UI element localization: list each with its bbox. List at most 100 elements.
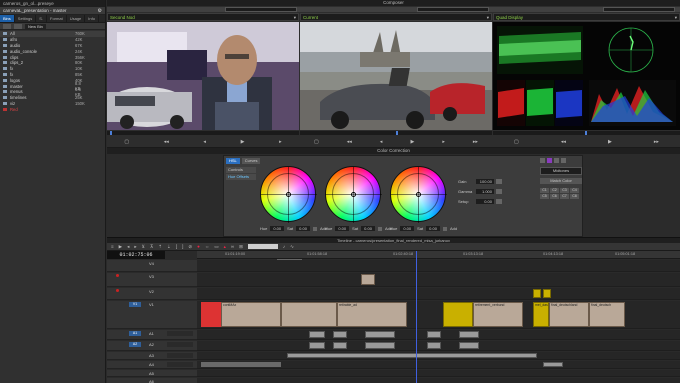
list-item[interactable]: menus 6.6 KB	[0, 87, 105, 97]
position-indicator[interactable]	[396, 131, 398, 135]
tab-format[interactable]: Format	[47, 15, 67, 22]
tab-usage[interactable]: Usage	[67, 15, 86, 22]
track-lane[interactable]: contMAx retirable_ad retirement_verbund …	[197, 301, 680, 329]
track-header[interactable]: V4	[107, 260, 197, 272]
clip[interactable]	[201, 302, 221, 327]
reset-icon[interactable]	[554, 158, 559, 163]
controls-item[interactable]: Controls	[226, 167, 256, 173]
record-icon[interactable]	[116, 289, 119, 292]
spinner-icon[interactable]	[496, 178, 502, 184]
color-wheel-shadows[interactable]	[260, 166, 317, 223]
track-lane[interactable]	[197, 378, 680, 383]
clip[interactable]: retirement_verbund	[473, 302, 523, 327]
record-icon[interactable]	[116, 274, 119, 277]
clip[interactable]	[281, 302, 337, 327]
hue-value[interactable]: 0.00	[270, 226, 285, 231]
list-item[interactable]: Red	[0, 106, 105, 112]
clip[interactable]: retirable_ad	[337, 302, 407, 327]
tab-bins[interactable]: Bins	[0, 15, 15, 22]
preset-button[interactable]: C2	[550, 188, 559, 193]
rewind-icon[interactable]: ◂◂	[347, 139, 352, 145]
track-lane[interactable]	[197, 288, 680, 300]
monitor-2-scrubber[interactable]	[300, 131, 492, 135]
gain-field[interactable]: 100.00	[476, 178, 494, 184]
list-item[interactable]: All 760K	[0, 31, 105, 37]
track-header[interactable]: V3	[107, 273, 197, 287]
add-checkbox[interactable]	[377, 226, 382, 231]
step-back-icon[interactable]: ◂	[380, 139, 383, 145]
fast-forward-icon[interactable]: ▸▸	[473, 139, 478, 145]
hue-value[interactable]: 0.00	[335, 226, 350, 231]
step-forward-icon[interactable]: ▸	[442, 139, 445, 145]
preset-button[interactable]: C7	[560, 194, 569, 199]
wheel-handle[interactable]	[351, 192, 356, 197]
rewind-icon[interactable]: ◂◂	[164, 139, 169, 145]
color-wheel-midtones[interactable]	[325, 166, 382, 223]
clip[interactable]	[443, 302, 473, 327]
track-patch[interactable]: A2	[129, 342, 141, 347]
clip[interactable]: contMAx	[221, 302, 281, 327]
list-item[interactable]: timelines 25K	[0, 95, 105, 101]
position-indicator[interactable]	[585, 131, 587, 135]
preset-button[interactable]: C3	[560, 188, 569, 193]
audio-clip[interactable]	[309, 342, 325, 349]
add-checkbox[interactable]	[442, 226, 447, 231]
track-patch[interactable]: A1	[129, 331, 141, 336]
splice-icon[interactable]: ⊻	[142, 244, 145, 250]
track-lane[interactable]	[197, 352, 680, 360]
step-back-icon[interactable]: ◂	[203, 139, 206, 145]
clip[interactable]: final_deutschland	[549, 302, 589, 327]
audio-clip[interactable]	[201, 362, 281, 367]
extract-icon[interactable]: ⇣	[167, 244, 171, 250]
track-lane[interactable]	[197, 273, 680, 287]
clip[interactable]	[543, 289, 551, 298]
match-color-button[interactable]: Match Color	[540, 178, 582, 184]
lift-icon[interactable]: ⇡	[158, 244, 162, 250]
new-bin-field[interactable]: New Bin	[25, 23, 46, 29]
track-lane[interactable]	[197, 260, 680, 272]
mode-select[interactable]: Midtones	[540, 167, 582, 175]
tab-hsl[interactable]: HSL	[226, 158, 240, 164]
clear-marks-icon[interactable]: ⊘	[188, 244, 192, 250]
track-header[interactable]: A6	[107, 378, 197, 383]
hue-offsets-item[interactable]: Hue Offsets	[226, 174, 256, 180]
play-icon[interactable]: ▶	[410, 139, 414, 145]
audio-clip[interactable]	[427, 342, 441, 349]
track-lane[interactable]	[197, 330, 680, 340]
track-lane[interactable]	[197, 370, 680, 377]
spinner-icon[interactable]	[496, 188, 502, 194]
step-back-icon[interactable]: ◂	[127, 244, 129, 250]
mark-in-icon[interactable]: [	[176, 244, 177, 249]
mark-out-icon[interactable]: ]	[182, 244, 183, 249]
overwrite-icon[interactable]: ⊼	[150, 244, 153, 250]
audio-clip[interactable]	[365, 331, 395, 338]
preset-button[interactable]: C8	[570, 194, 579, 199]
list-item[interactable]: clips_2 80K	[0, 60, 105, 66]
eyedropper-icon[interactable]	[547, 158, 552, 163]
sat-value[interactable]: 0.00	[296, 226, 310, 231]
list-item[interactable]: audio_console 24K	[0, 48, 105, 54]
menu-icon[interactable]: ≡	[111, 244, 114, 249]
preset-button[interactable]: C5	[540, 194, 549, 199]
clip[interactable]: mel_dash	[533, 302, 549, 327]
waveform-icon[interactable]: ∿	[290, 244, 294, 250]
monitor-2-video[interactable]	[300, 22, 492, 130]
quad-display-scopes[interactable]	[493, 22, 680, 130]
square-icon[interactable]: ▢	[314, 139, 319, 145]
audio-clip[interactable]	[427, 331, 441, 338]
audio-clip[interactable]	[459, 331, 479, 338]
play-icon[interactable]: ▶	[608, 139, 612, 145]
track-header[interactable]: V2	[107, 288, 197, 300]
sat-value[interactable]: 0.00	[426, 226, 440, 231]
color-wheel-highlights[interactable]	[390, 166, 447, 223]
monitor-2-header[interactable]: Current ▾	[300, 13, 492, 21]
tab-s[interactable]: S.	[36, 15, 48, 22]
add-checkbox[interactable]	[312, 226, 317, 231]
track-header[interactable]: A2 A2	[107, 341, 197, 351]
list-item[interactable]: fx 85K	[0, 72, 105, 78]
folder-icon[interactable]	[3, 23, 11, 29]
audio-clip[interactable]	[459, 342, 479, 349]
track-header[interactable]: A1 A1	[107, 330, 197, 340]
wheel-handle[interactable]	[416, 192, 421, 197]
audio-clip[interactable]	[365, 342, 395, 349]
